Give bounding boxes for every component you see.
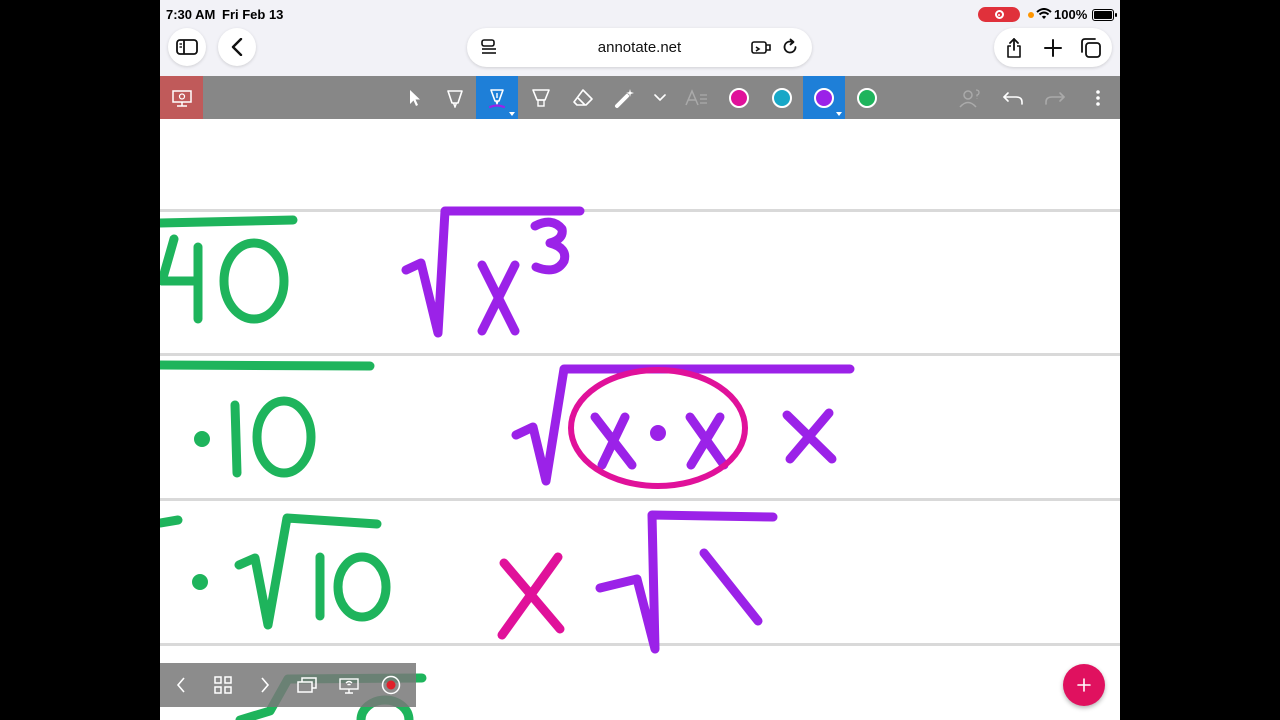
presentation-icon [171, 89, 192, 107]
highlighter-tool[interactable] [434, 76, 476, 119]
extension-icon[interactable] [751, 39, 771, 55]
browser-actions [994, 28, 1112, 67]
add-fab-button[interactable] [1063, 664, 1105, 706]
color-swatch-green[interactable] [846, 76, 888, 119]
chevron-down-icon [654, 93, 666, 101]
prev-icon [176, 677, 185, 693]
undo-button[interactable] [992, 76, 1034, 119]
page-grid-button[interactable] [202, 663, 244, 707]
wifi-icon [1036, 8, 1052, 19]
sidebar-icon [176, 39, 198, 55]
text-tool [676, 76, 718, 119]
ink-purple-row2 [511, 364, 855, 486]
pages-icon [297, 677, 317, 693]
ink-green-row2 [160, 360, 375, 478]
pages-button[interactable] [286, 663, 328, 707]
swatch-magenta [729, 87, 749, 108]
battery-percent: 100% [1054, 7, 1088, 22]
annotation-toolbar [160, 76, 1120, 119]
screen-recording-indicator[interactable] [978, 7, 1020, 22]
highlighter-icon [447, 89, 463, 108]
marker-tool[interactable] [520, 76, 562, 119]
pen-icon [488, 88, 506, 108]
text-icon [685, 88, 707, 105]
prev-page-button[interactable] [160, 663, 202, 707]
eraser-tool[interactable] [562, 76, 604, 119]
tabs-icon[interactable] [1080, 38, 1102, 58]
color-swatch-purple[interactable] [803, 76, 845, 119]
undo-icon [1003, 91, 1023, 105]
plus-icon[interactable] [1044, 39, 1062, 57]
redo-icon [1045, 91, 1065, 105]
record-dot-icon [994, 10, 1004, 19]
redo-button [1034, 76, 1076, 119]
whiteboard-canvas[interactable] [160, 119, 1120, 720]
share-icon[interactable] [1006, 38, 1022, 58]
back-button[interactable] [218, 28, 256, 66]
page-navigation-bar [160, 663, 416, 707]
sidebar-button[interactable] [168, 28, 206, 66]
reload-icon[interactable] [781, 38, 799, 56]
pointer-icon [410, 89, 420, 106]
record-button[interactable] [370, 663, 412, 707]
swatch-purple [814, 87, 834, 108]
back-chevron-icon [231, 38, 243, 56]
cast-icon [339, 678, 359, 694]
next-page-button[interactable] [244, 663, 286, 707]
marker-icon [532, 88, 550, 107]
participants-button [949, 76, 991, 119]
swatch-cyan [772, 87, 792, 108]
more-menu-button[interactable] [1077, 76, 1119, 119]
status-time: 7:30 AM [166, 7, 216, 22]
battery-icon [1092, 9, 1117, 21]
ink-purple-row3 [595, 510, 778, 654]
plus-icon [1077, 678, 1091, 692]
record-icon [381, 675, 401, 695]
ipad-screen: 7:30 AM Fri Feb 13 100% annotate.net [160, 0, 1120, 720]
ink-green-row1 [160, 215, 298, 324]
pointer-tool[interactable] [394, 76, 436, 119]
status-bar: 7:30 AM Fri Feb 13 100% [160, 0, 1120, 28]
ink-purple-row1 [401, 206, 585, 338]
user-icon [959, 88, 980, 108]
status-date: Fri Feb 13 [222, 7, 284, 22]
pen-tool[interactable] [476, 76, 518, 119]
swatch-green [857, 87, 877, 108]
laser-icon [615, 88, 634, 108]
eraser-icon [573, 88, 593, 106]
handwriting-ink [160, 206, 855, 720]
next-icon [261, 677, 270, 693]
address-bar[interactable]: annotate.net [467, 28, 812, 67]
color-swatch-cyan[interactable] [761, 76, 803, 119]
cast-button[interactable] [328, 663, 370, 707]
grid-icon [214, 676, 232, 694]
more-tools-dropdown[interactable] [640, 76, 680, 119]
mic-indicator-icon [1028, 12, 1034, 18]
more-icon [1096, 89, 1100, 106]
presenter-button[interactable] [160, 76, 203, 119]
color-swatch-magenta[interactable] [718, 76, 760, 119]
ink-green-row3 [160, 513, 391, 630]
ink-magenta-x [497, 552, 565, 640]
